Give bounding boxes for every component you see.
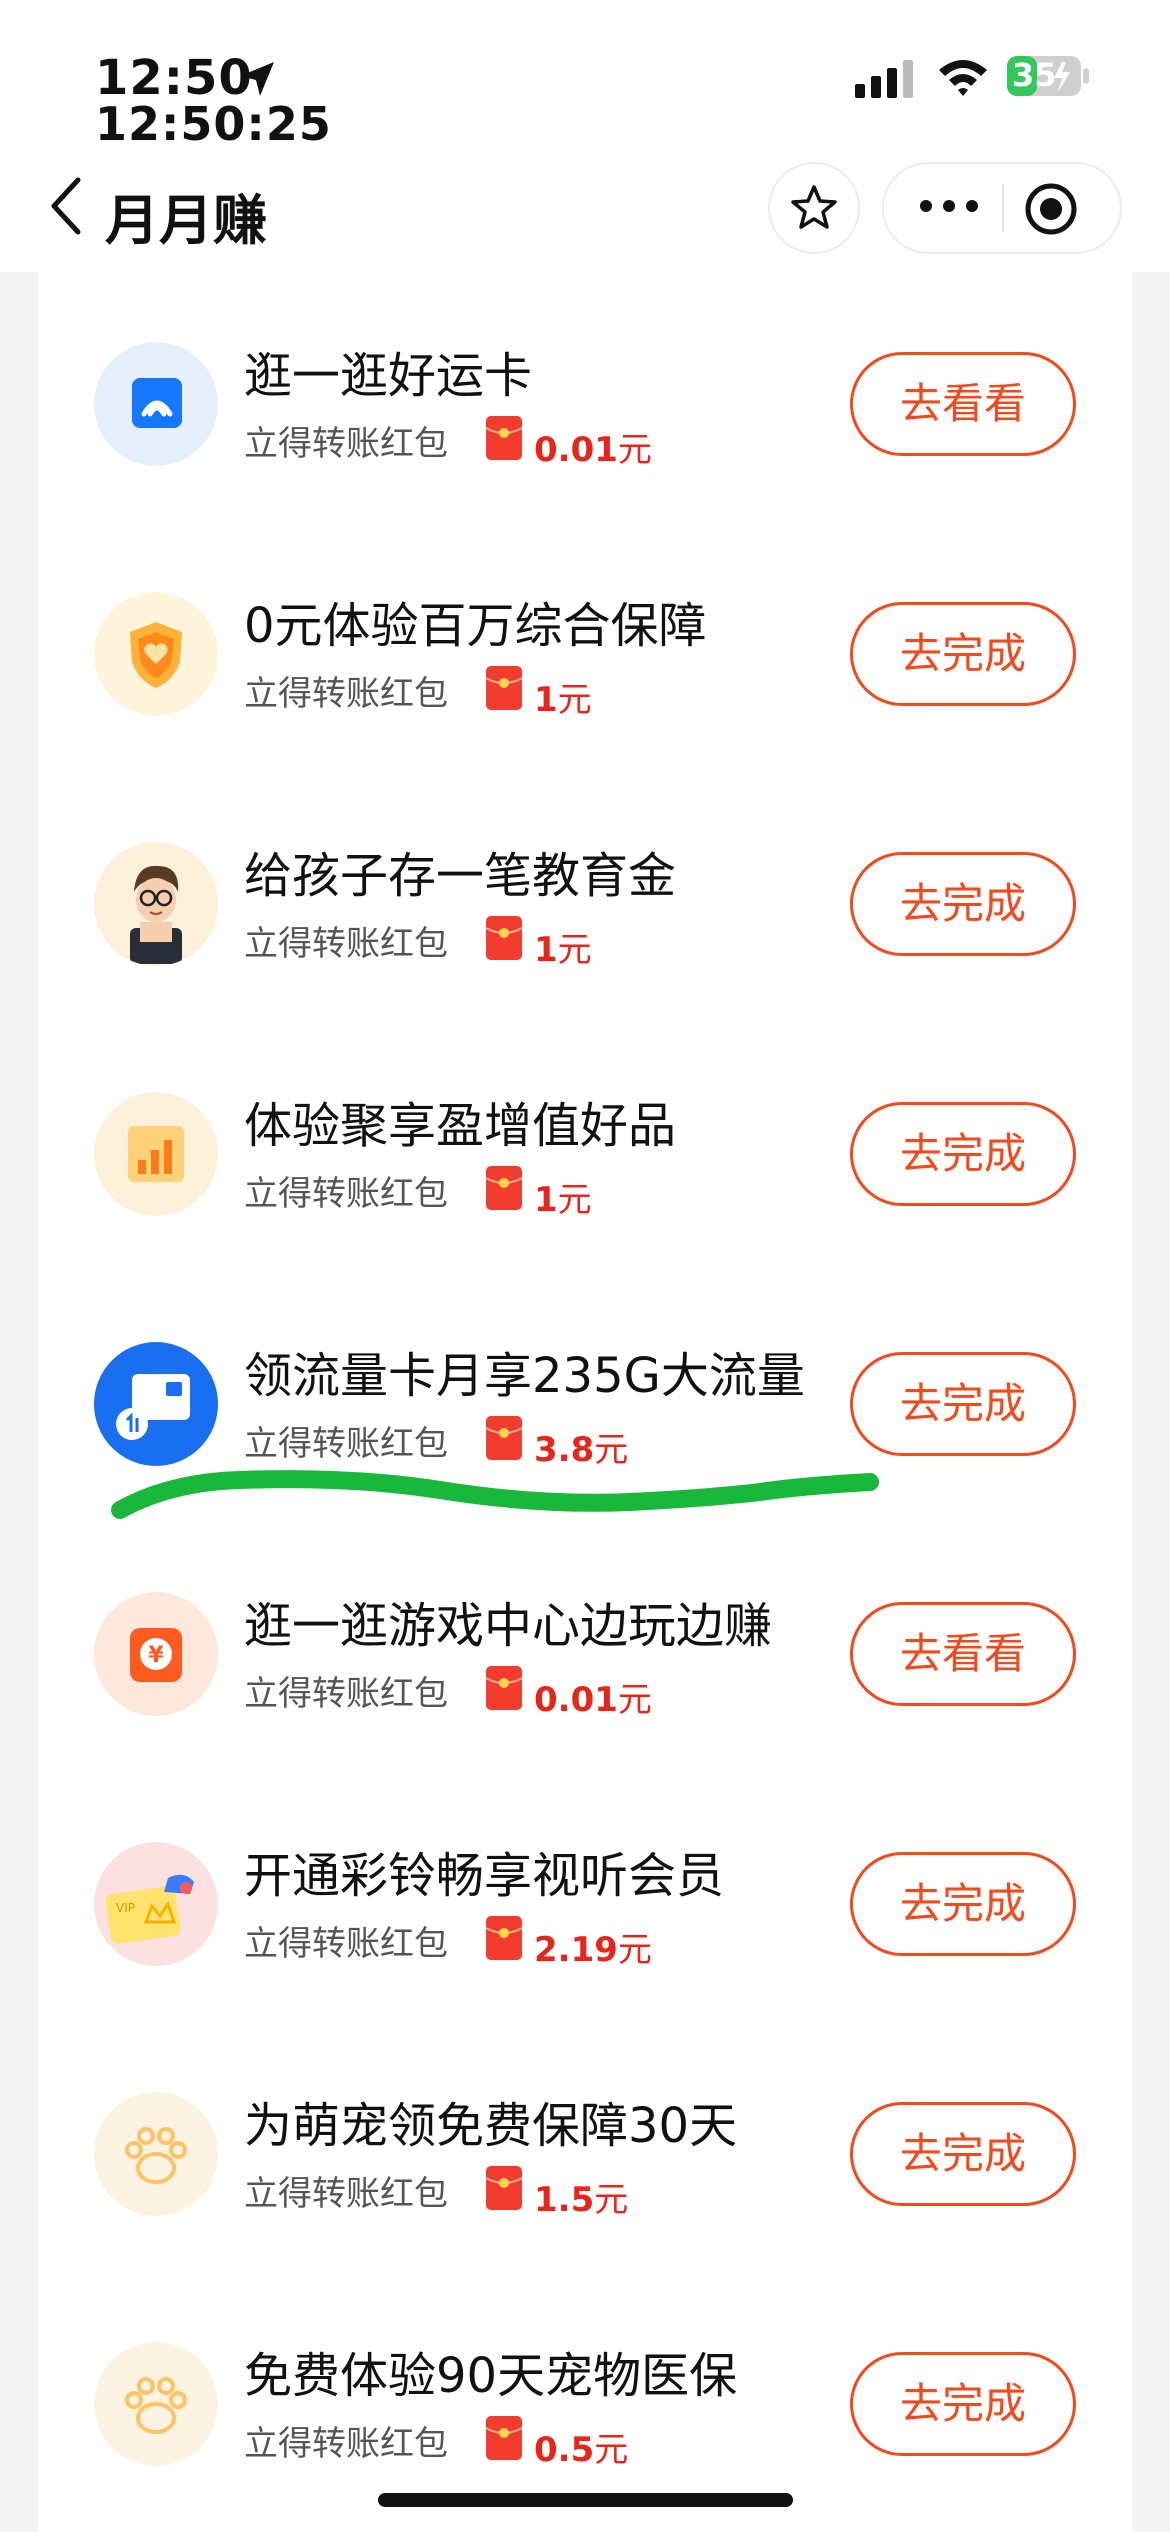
task-row: 0元体验百万综合保障 立得转账红包 1元 去完成 bbox=[38, 522, 1132, 772]
red-envelope-icon bbox=[486, 1666, 522, 1710]
task-row: 体验聚享盈增值好品 立得转账红包 1元 去完成 bbox=[38, 1022, 1132, 1272]
red-envelope-icon bbox=[486, 2166, 522, 2210]
sim-card-icon bbox=[94, 1342, 218, 1466]
status-bar: 12:50 12:50:25 35 bbox=[0, 0, 1170, 151]
capsule-divider bbox=[1002, 184, 1004, 232]
task-action-button[interactable]: 去完成 bbox=[850, 1352, 1076, 1456]
task-row: 为萌宠领免费保障30天 立得转账红包 1.5元 去完成 bbox=[38, 2022, 1132, 2272]
nav-bar: 月月赚 bbox=[0, 150, 1170, 272]
red-envelope-icon bbox=[486, 1166, 522, 1210]
reward-amount: 1.5元 bbox=[534, 2180, 629, 2220]
shield-heart-icon bbox=[94, 592, 218, 716]
task-row: 逛一逛好运卡 立得转账红包 0.01元 去看看 bbox=[38, 272, 1132, 522]
task-title: 体验聚享盈增值好品 bbox=[244, 1098, 677, 1154]
task-row: 免费体验90天宠物医保 立得转账红包 0.5元 去完成 bbox=[38, 2272, 1132, 2522]
task-row: 给孩子存一笔教育金 立得转账红包 1元 去完成 bbox=[38, 772, 1132, 1022]
task-title: 逛一逛游戏中心边玩边赚 bbox=[244, 1598, 773, 1654]
reward-amount: 1元 bbox=[534, 680, 592, 720]
task-title: 免费体验90天宠物医保 bbox=[244, 2348, 738, 2404]
more-dots-icon[interactable] bbox=[918, 194, 980, 218]
star-icon bbox=[791, 185, 837, 229]
child-avatar-icon bbox=[94, 842, 218, 966]
bar-chart-icon bbox=[94, 1092, 218, 1216]
task-action-button[interactable]: 去完成 bbox=[850, 2102, 1076, 2206]
vip-card-icon: VIP bbox=[94, 1842, 218, 1966]
cellular-signal-icon bbox=[855, 60, 913, 98]
red-envelope-icon bbox=[486, 416, 522, 460]
mini-program-capsule bbox=[882, 162, 1122, 254]
red-envelope-icon bbox=[486, 666, 522, 710]
task-subtitle: 立得转账红包 bbox=[244, 1924, 448, 1964]
task-title: 给孩子存一笔教育金 bbox=[244, 848, 677, 904]
reward-amount: 1元 bbox=[534, 1180, 592, 1220]
task-action-button[interactable]: 去完成 bbox=[850, 1102, 1076, 1206]
red-envelope-icon bbox=[486, 1416, 522, 1460]
task-action-button[interactable]: 去看看 bbox=[850, 352, 1076, 456]
task-action-button[interactable]: 去完成 bbox=[850, 602, 1076, 706]
home-indicator bbox=[378, 2493, 793, 2507]
location-arrow-icon bbox=[240, 62, 274, 96]
task-title: 开通彩铃畅享视听会员 bbox=[244, 1848, 725, 1904]
task-subtitle: 立得转账红包 bbox=[244, 924, 448, 964]
reward-amount: 0.01元 bbox=[534, 1680, 652, 1720]
close-target-icon[interactable] bbox=[1024, 182, 1078, 236]
task-action-button[interactable]: 去完成 bbox=[850, 1852, 1076, 1956]
task-action-button[interactable]: 去完成 bbox=[850, 852, 1076, 956]
reward-amount: 2.19元 bbox=[534, 1930, 652, 1970]
reward-amount: 0.01元 bbox=[534, 430, 652, 470]
task-title: 逛一逛好运卡 bbox=[244, 348, 533, 404]
task-subtitle: 立得转账红包 bbox=[244, 2174, 448, 2214]
paw-icon bbox=[94, 2092, 218, 2216]
reward-amount: 1元 bbox=[534, 930, 592, 970]
task-row: ¥ 逛一逛游戏中心边玩边赚 立得转账红包 0.01元 去看看 bbox=[38, 1522, 1132, 1772]
page-title: 月月赚 bbox=[105, 189, 267, 252]
favorite-button[interactable] bbox=[768, 162, 860, 254]
battery-level: 35 bbox=[1012, 56, 1057, 94]
task-subtitle: 立得转账红包 bbox=[244, 424, 448, 464]
wifi-card-icon bbox=[94, 342, 218, 466]
wifi-icon bbox=[939, 60, 987, 96]
task-subtitle: 立得转账红包 bbox=[244, 2424, 448, 2464]
task-title: 为萌宠领免费保障30天 bbox=[244, 2098, 738, 2154]
task-action-button[interactable]: 去看看 bbox=[850, 1602, 1076, 1706]
task-subtitle: 立得转账红包 bbox=[244, 674, 448, 714]
back-arrow-icon[interactable] bbox=[44, 174, 88, 238]
task-title: 领流量卡月享235G大流量 bbox=[244, 1348, 805, 1404]
red-envelope-icon bbox=[486, 916, 522, 960]
status-time-seconds: 12:50:25 bbox=[95, 97, 332, 151]
svg-text:¥: ¥ bbox=[148, 1643, 164, 1668]
task-title: 0元体验百万综合保障 bbox=[244, 598, 707, 654]
paw-icon bbox=[94, 2342, 218, 2466]
task-action-button[interactable]: 去完成 bbox=[850, 2352, 1076, 2456]
task-subtitle: 立得转账红包 bbox=[244, 1424, 448, 1464]
reward-amount: 0.5元 bbox=[534, 2430, 629, 2470]
task-list: 逛一逛好运卡 立得转账红包 0.01元 去看看 0元体验百万综合保障 立得转账红… bbox=[38, 272, 1132, 2532]
red-envelope-icon bbox=[486, 2416, 522, 2460]
green-underline-annotation bbox=[111, 1470, 879, 1519]
svg-text:VIP: VIP bbox=[116, 1901, 135, 1915]
red-envelope-icon bbox=[486, 1916, 522, 1960]
task-row: VIP 开通彩铃畅享视听会员 立得转账红包 2.19元 去完成 bbox=[38, 1772, 1132, 2022]
yuan-coin-icon: ¥ bbox=[94, 1592, 218, 1716]
task-subtitle: 立得转账红包 bbox=[244, 1174, 448, 1214]
task-subtitle: 立得转账红包 bbox=[244, 1674, 448, 1714]
